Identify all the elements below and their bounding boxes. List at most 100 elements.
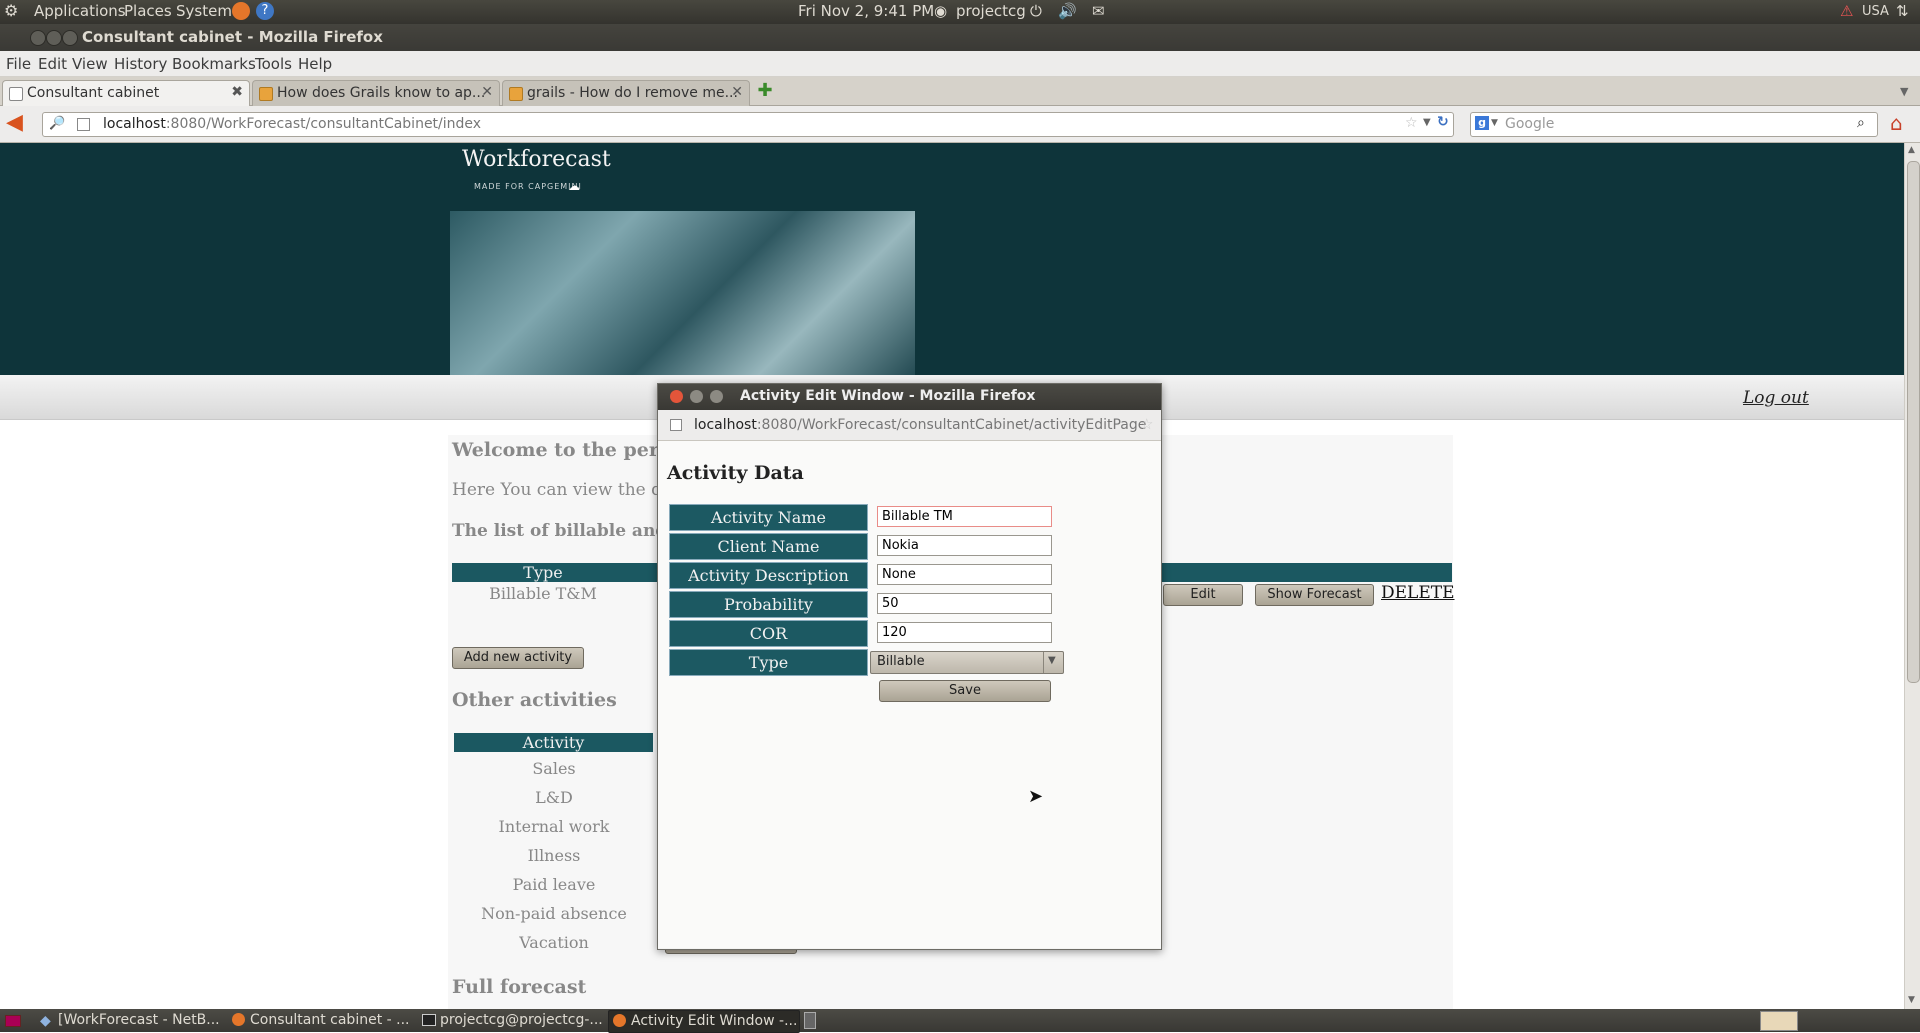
google-icon[interactable]: g	[1475, 116, 1489, 130]
taskbar-netbeans[interactable]: ◆ [WorkForecast - NetB...	[36, 1010, 220, 1031]
clock[interactable]: Fri Nov 2, 9:41 PM	[798, 2, 934, 20]
type-select[interactable]: Billable ▼	[870, 651, 1064, 674]
intro-text: Here You can view the de	[452, 480, 673, 500]
system-menu[interactable]: System	[176, 2, 232, 20]
activity-name-input[interactable]	[877, 506, 1052, 527]
keyboard-layout[interactable]: USA	[1862, 4, 1889, 19]
help-icon[interactable]: ?	[256, 2, 274, 20]
task-label: Activity Edit Window -...	[631, 1013, 798, 1029]
popup-minimize-icon[interactable]	[690, 390, 703, 403]
taskbar-firefox-cabinet[interactable]: Consultant cabinet - ...	[228, 1010, 410, 1031]
activity-row-vacation: Vacation	[519, 933, 589, 952]
bookmark-star-icon[interactable]: ☆	[1405, 115, 1418, 131]
page-scrollbar[interactable]: ▲ ▼	[1904, 143, 1920, 1009]
tab-grails-remove[interactable]: grails - How do I remove me... ✕	[502, 80, 750, 106]
places-menu[interactable]: Places	[124, 2, 172, 20]
close-tab-icon[interactable]: ✕	[481, 84, 493, 100]
activity-row-sales: Sales	[532, 759, 576, 778]
activity-description-input[interactable]	[877, 564, 1052, 585]
menu-file[interactable]: File	[6, 55, 31, 73]
new-tab-icon[interactable]: ✚	[756, 82, 774, 101]
tab-label: Consultant cabinet	[27, 85, 160, 101]
warning-icon[interactable]: ⚠	[1840, 2, 1853, 20]
popup-url-bar[interactable]: localhost:8080/WorkForecast/consultantCa…	[658, 410, 1161, 441]
user-menu[interactable]: projectcg	[956, 2, 1026, 20]
url-bar[interactable]: 🔎 localhost:8080/WorkForecast/consultant…	[42, 112, 1454, 137]
stackoverflow-icon	[259, 87, 273, 101]
popup-title-bar: Activity Edit Window - Mozilla Firefox	[658, 384, 1161, 410]
applications-menu[interactable]: Applications	[34, 2, 126, 20]
hero-image	[450, 211, 915, 376]
activity-name-label: Activity Name	[669, 504, 868, 531]
activity-row-ld: L&D	[535, 788, 573, 807]
capgemini-spade-icon: ☁	[568, 179, 580, 193]
menu-bookmarks[interactable]: Bookmarks	[172, 55, 256, 73]
close-tab-icon[interactable]: ✖	[231, 84, 243, 100]
edit-button[interactable]: Edit	[1163, 584, 1243, 606]
user-icon: ◉	[934, 2, 948, 20]
reload-icon[interactable]: ↻	[1437, 114, 1449, 130]
tab-label: grails - How do I remove me...	[527, 85, 738, 101]
power-icon[interactable]: ⏻	[1030, 2, 1042, 20]
bookmark-star-icon[interactable]: ☆	[1140, 415, 1153, 433]
cor-input[interactable]	[877, 622, 1052, 643]
ubuntu-logo-icon[interactable]: ⚙	[4, 1, 18, 20]
menu-tools[interactable]: Tools	[255, 55, 292, 73]
popup-title: Activity Edit Window - Mozilla Firefox	[740, 388, 1036, 404]
tab-grails-know[interactable]: How does Grails know to ap... ✕	[252, 80, 500, 106]
probability-label: Probability	[669, 591, 868, 618]
menu-edit[interactable]: Edit	[38, 55, 67, 73]
back-icon[interactable]: ◀	[6, 112, 23, 134]
column-activity-header: Activity	[522, 733, 585, 752]
trash-icon[interactable]	[804, 1012, 816, 1029]
save-button[interactable]: Save	[879, 680, 1051, 702]
maximize-window-icon[interactable]	[62, 30, 78, 46]
show-forecast-button[interactable]: Show Forecast	[1255, 584, 1374, 606]
identity-icon[interactable]: 🔎	[49, 116, 65, 131]
menu-history[interactable]: History	[114, 55, 167, 73]
tab-label: How does Grails know to ap...	[277, 85, 486, 101]
url-text[interactable]: localhost:8080/WorkForecast/consultantCa…	[103, 116, 481, 132]
full-forecast-heading: Full forecast	[452, 976, 587, 998]
add-activity-button[interactable]: Add new activity	[452, 647, 584, 669]
client-name-input[interactable]	[877, 535, 1052, 556]
search-bar[interactable]: g ▼ Google ⌕	[1470, 112, 1878, 137]
workspace-switcher[interactable]	[1760, 1011, 1798, 1031]
popup-maximize-icon[interactable]	[710, 390, 723, 403]
scroll-down-icon[interactable]: ▼	[1908, 995, 1915, 1005]
firefox-launcher-icon[interactable]	[232, 2, 250, 20]
menu-view[interactable]: View	[72, 55, 108, 73]
taskbar-activity-edit[interactable]: Activity Edit Window -...	[608, 1010, 800, 1033]
engine-dropdown-icon[interactable]: ▼	[1491, 118, 1498, 128]
show-desktop-icon[interactable]	[2, 1010, 22, 1031]
logout-link[interactable]: Log out	[1743, 388, 1809, 408]
home-icon[interactable]: ⌂	[1890, 111, 1903, 135]
network-icon[interactable]: ⇅	[1896, 2, 1909, 20]
mail-icon[interactable]: ✉	[1092, 2, 1105, 20]
welcome-heading: Welcome to the per	[452, 439, 659, 461]
scroll-up-icon[interactable]: ▲	[1908, 145, 1915, 155]
cor-label: COR	[669, 620, 868, 647]
search-icon[interactable]: ⌕	[1857, 115, 1865, 131]
history-dropdown-icon[interactable]: ▼	[1423, 117, 1431, 128]
popup-url-text[interactable]: localhost:8080/WorkForecast/consultantCa…	[694, 417, 1146, 433]
tab-consultant-cabinet[interactable]: Consultant cabinet ✖	[2, 80, 250, 107]
activity-data-heading: Activity Data	[667, 462, 804, 484]
page-icon	[9, 87, 23, 101]
scrollbar-thumb[interactable]	[1907, 161, 1920, 683]
menu-help[interactable]: Help	[298, 55, 332, 73]
column-type-header: Type	[523, 563, 563, 582]
top-panel: ⚙ Applications Places System ? Fri Nov 2…	[0, 0, 1920, 24]
activity-row-internal-work: Internal work	[498, 817, 610, 836]
site-logo: Workforecast	[462, 147, 611, 172]
taskbar-terminal[interactable]: projectcg@projectcg-...	[418, 1010, 603, 1031]
popup-close-icon[interactable]	[670, 390, 683, 403]
minimize-window-icon[interactable]	[46, 30, 62, 46]
close-window-icon[interactable]	[30, 30, 46, 46]
tab-list-icon[interactable]: ▼	[1900, 85, 1908, 98]
delete-link[interactable]: DELETE	[1381, 583, 1455, 603]
close-tab-icon[interactable]: ✕	[731, 84, 743, 100]
terminal-icon	[422, 1014, 436, 1026]
probability-input[interactable]	[877, 593, 1052, 614]
volume-icon[interactable]: 🔊	[1058, 2, 1077, 20]
